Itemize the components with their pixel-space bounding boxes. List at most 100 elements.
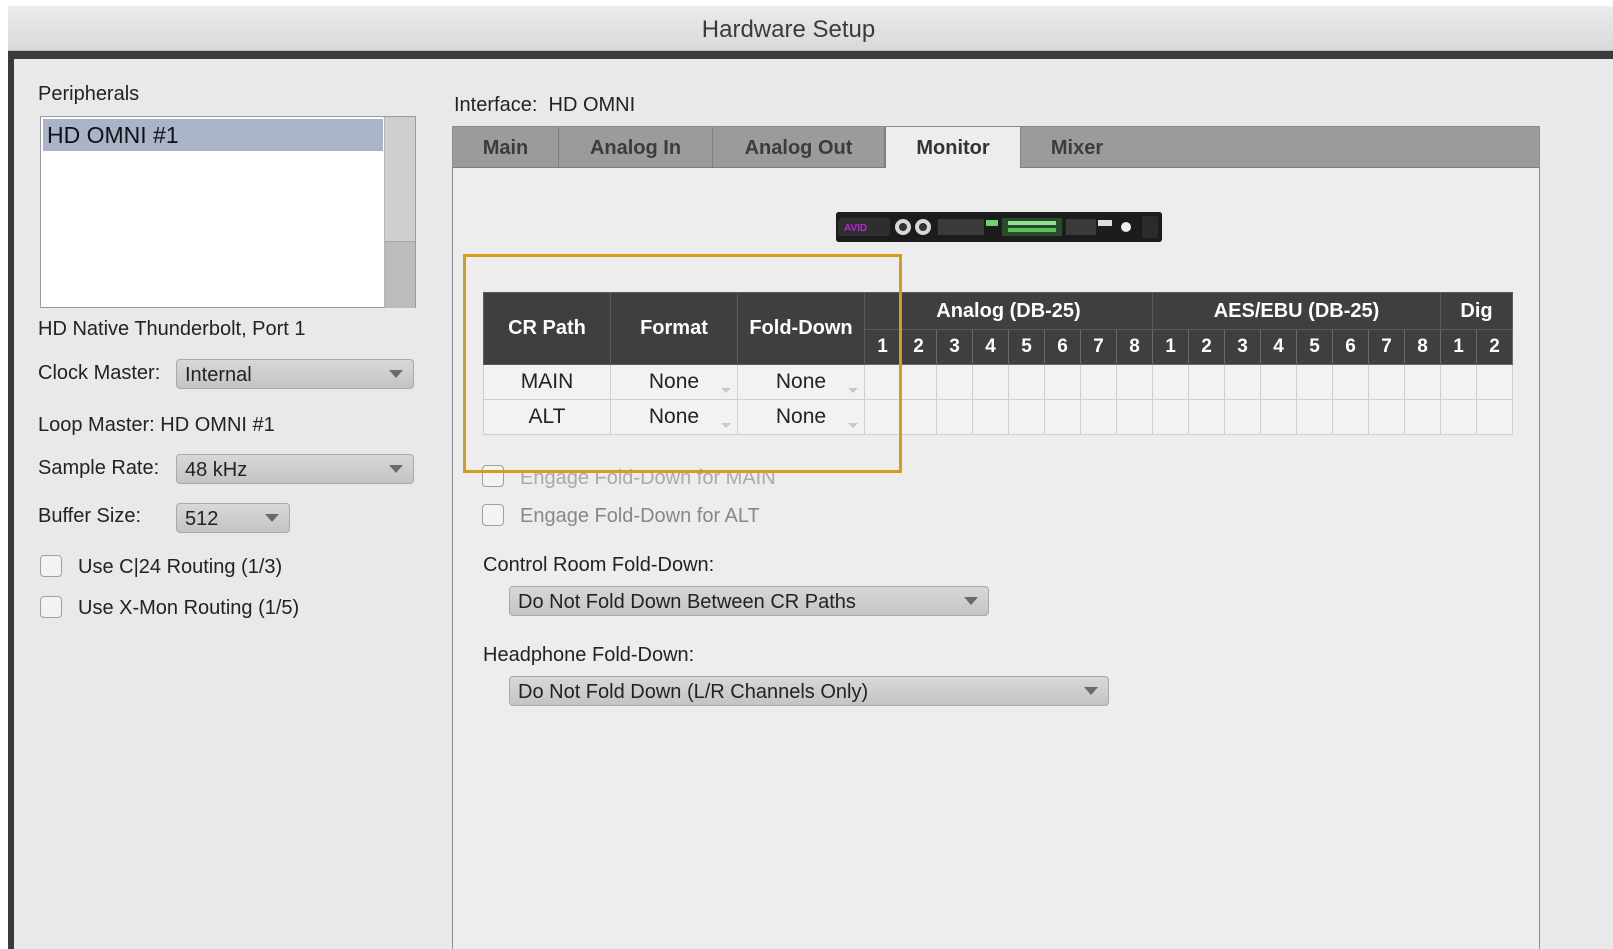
routing-cell[interactable]: [1008, 364, 1045, 400]
group-header-aes-ebu: AES/EBU (DB-25): [1152, 292, 1441, 330]
routing-cell[interactable]: [1188, 364, 1225, 400]
routing-cell[interactable]: [1332, 364, 1369, 400]
peripherals-scrollbar[interactable]: [384, 117, 415, 308]
loop-master-label: Loop Master: HD OMNI #1: [38, 414, 275, 436]
scrollbar-thumb[interactable]: [385, 241, 415, 308]
routing-cell[interactable]: [972, 399, 1009, 435]
device-front-panel: AVID: [836, 212, 1162, 242]
dig-ch-2: 2: [1476, 329, 1513, 365]
analog-ch-8: 8: [1116, 329, 1153, 365]
group-header-analog: Analog (DB-25): [864, 292, 1153, 330]
routing-cell[interactable]: [1224, 399, 1261, 435]
aes-ch-8: 8: [1404, 329, 1441, 365]
buffer-size-value: 512: [185, 508, 219, 530]
routing-cell[interactable]: [1404, 399, 1441, 435]
routing-cell[interactable]: [1440, 399, 1477, 435]
hardware-setup-window: Hardware Setup Peripherals HD OMNI #1 HD…: [8, 6, 1613, 949]
engage-folddown-alt-label: Engage Fold-Down for ALT: [520, 505, 760, 527]
routing-cell[interactable]: [1476, 399, 1513, 435]
control-room-folddown-value: Do Not Fold Down Between CR Paths: [518, 591, 856, 613]
routing-cell[interactable]: [1116, 364, 1153, 400]
clock-master-label: Clock Master:: [38, 362, 161, 384]
peripheral-item-hd-omni[interactable]: HD OMNI #1: [43, 119, 383, 151]
routing-cell[interactable]: [1044, 399, 1081, 435]
routing-cell[interactable]: [1224, 364, 1261, 400]
tab-main[interactable]: Main: [453, 127, 559, 167]
routing-cell[interactable]: [1008, 399, 1045, 435]
routing-cell[interactable]: [1080, 399, 1117, 435]
routing-cell[interactable]: [1152, 399, 1189, 435]
title-bar[interactable]: Hardware Setup: [8, 6, 1613, 51]
control-room-folddown-label: Control Room Fold-Down:: [483, 554, 715, 576]
routing-cell[interactable]: [1332, 399, 1369, 435]
dig-ch-1: 1: [1440, 329, 1477, 365]
routing-cell[interactable]: [1116, 399, 1153, 435]
sample-rate-value: 48 kHz: [185, 459, 248, 481]
routing-cell[interactable]: [1440, 364, 1477, 400]
routing-cell[interactable]: [936, 364, 973, 400]
analog-ch-2: 2: [900, 329, 937, 365]
chevron-down-icon: [389, 370, 403, 378]
routing-cell[interactable]: [1080, 364, 1117, 400]
peripherals-label: Peripherals: [38, 83, 140, 105]
headphone-folddown-dropdown[interactable]: Do Not Fold Down (L/R Channels Only): [509, 676, 1109, 706]
xmon-routing-label: Use X-Mon Routing (1/5): [78, 597, 300, 619]
c24-routing-checkbox[interactable]: [40, 555, 62, 577]
routing-cell[interactable]: [1188, 399, 1225, 435]
sample-rate-label: Sample Rate:: [38, 457, 160, 479]
routing-cell[interactable]: [1476, 364, 1513, 400]
interface-caption: Interface:: [454, 94, 538, 116]
analog-ch-4: 4: [972, 329, 1009, 365]
analog-ch-6: 6: [1044, 329, 1081, 365]
chevron-down-icon: [389, 465, 403, 473]
routing-cell[interactable]: [1368, 399, 1405, 435]
chevron-down-icon: [964, 597, 978, 605]
chevron-down-icon: [265, 514, 279, 522]
aes-ch-2: 2: [1188, 329, 1225, 365]
aes-ch-3: 3: [1224, 329, 1261, 365]
routing-cell[interactable]: [1152, 364, 1189, 400]
routing-cell[interactable]: [900, 399, 937, 435]
routing-cell[interactable]: [1296, 364, 1333, 400]
tab-analog-out[interactable]: Analog Out: [713, 127, 885, 167]
interface-panel: Main Analog In Analog Out Monitor Mixer …: [452, 126, 1540, 949]
buffer-size-dropdown[interactable]: 512: [176, 503, 290, 533]
aes-ch-5: 5: [1296, 329, 1333, 365]
routing-cell[interactable]: [1044, 364, 1081, 400]
chevron-down-icon: [1084, 687, 1098, 695]
control-room-folddown-dropdown[interactable]: Do Not Fold Down Between CR Paths: [509, 586, 989, 616]
highlight-annotation-box: [463, 254, 902, 473]
routing-cell[interactable]: [1260, 364, 1297, 400]
c24-routing-label: Use C|24 Routing (1/3): [78, 556, 283, 578]
routing-cell[interactable]: [900, 364, 937, 400]
analog-ch-7: 7: [1080, 329, 1117, 365]
peripherals-list[interactable]: HD OMNI #1: [40, 116, 416, 308]
tab-monitor[interactable]: Monitor: [885, 127, 1021, 168]
clock-master-dropdown[interactable]: Internal: [176, 359, 414, 389]
aes-ch-6: 6: [1332, 329, 1369, 365]
tab-mixer[interactable]: Mixer: [1021, 127, 1133, 167]
headphone-folddown-value: Do Not Fold Down (L/R Channels Only): [518, 681, 869, 703]
routing-cell[interactable]: [1368, 364, 1405, 400]
hd-omni-device-image: AVID: [836, 212, 1162, 242]
routing-cell[interactable]: [936, 399, 973, 435]
aes-ch-1: 1: [1152, 329, 1189, 365]
aes-ch-7: 7: [1368, 329, 1405, 365]
routing-cell[interactable]: [972, 364, 1009, 400]
routing-cell[interactable]: [1404, 364, 1441, 400]
sample-rate-dropdown[interactable]: 48 kHz: [176, 454, 414, 484]
analog-ch-3: 3: [936, 329, 973, 365]
aes-ch-4: 4: [1260, 329, 1297, 365]
routing-cell[interactable]: [1260, 399, 1297, 435]
window-title: Hardware Setup: [701, 16, 876, 43]
tab-bar: Main Analog In Analog Out Monitor Mixer: [453, 127, 1539, 168]
xmon-routing-checkbox[interactable]: [40, 596, 62, 618]
tab-analog-in[interactable]: Analog In: [559, 127, 713, 167]
window-left-edge: [8, 59, 14, 949]
engage-folddown-alt-checkbox[interactable]: [482, 504, 504, 526]
headphone-folddown-label: Headphone Fold-Down:: [483, 644, 695, 666]
connection-label: HD Native Thunderbolt, Port 1: [38, 318, 306, 340]
interface-value: HD OMNI: [548, 94, 636, 116]
routing-cell[interactable]: [1296, 399, 1333, 435]
analog-ch-5: 5: [1008, 329, 1045, 365]
